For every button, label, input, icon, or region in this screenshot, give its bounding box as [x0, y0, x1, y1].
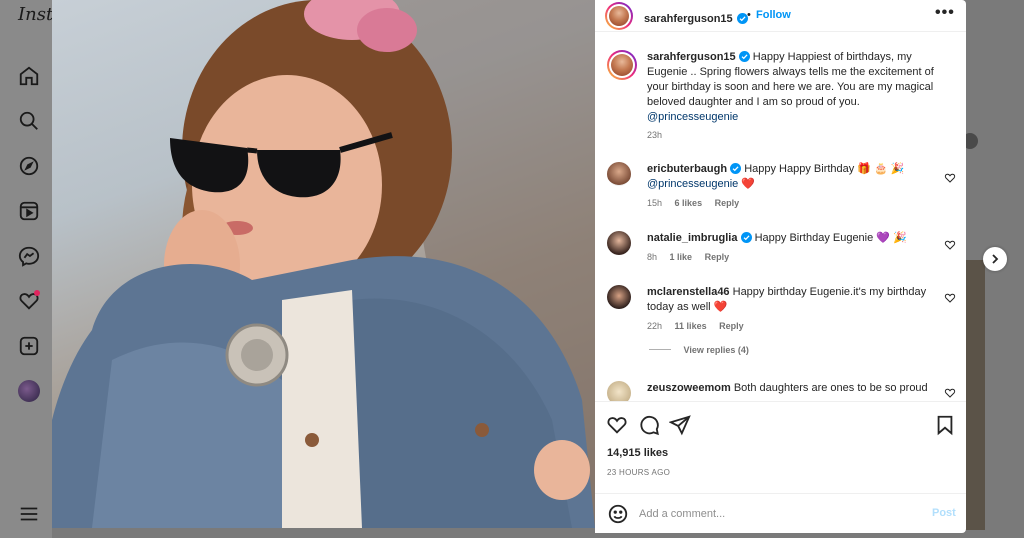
comment-like-icon[interactable] — [944, 292, 956, 304]
caption-timestamp: 23h — [647, 130, 663, 140]
author-name-row: sarahferguson15 — [644, 9, 749, 27]
post-comment-button[interactable]: Post — [932, 507, 956, 519]
explore-icon[interactable] — [18, 155, 40, 177]
verified-badge-icon — [738, 51, 750, 62]
view-replies-button[interactable]: View replies (4) — [684, 345, 749, 355]
view-replies-row[interactable]: View replies (4) — [649, 345, 943, 355]
caption-author-avatar[interactable] — [607, 50, 637, 80]
share-icon[interactable] — [669, 414, 691, 436]
verified-badge-icon — [740, 232, 752, 243]
separator-dot: • — [747, 9, 751, 21]
post-photo[interactable] — [52, 0, 595, 528]
create-icon[interactable] — [18, 335, 40, 357]
comment-likes[interactable]: 1 like — [670, 252, 693, 262]
notifications-icon[interactable] — [18, 290, 40, 312]
caption-mention-link[interactable]: @princesseugenie — [647, 111, 738, 123]
comment-text: Happy Happy Birthday 🎁 🎂 🎉 — [744, 163, 905, 175]
comments-scroll-area[interactable]: sarahferguson15 Happy Happiest of birthd… — [595, 33, 966, 401]
comment-timestamp: 15h — [647, 198, 663, 208]
commenter-avatar[interactable] — [607, 381, 631, 401]
comment-timestamp: 22h — [647, 321, 663, 331]
background-feed-image — [965, 260, 985, 530]
comment-input[interactable] — [639, 504, 909, 524]
emoji-icon[interactable] — [607, 503, 629, 525]
replies-line — [649, 349, 671, 350]
messenger-icon[interactable] — [18, 245, 40, 267]
instagram-logo[interactable]: Inst — [18, 4, 53, 25]
search-icon[interactable] — [18, 110, 40, 132]
next-post-button[interactable] — [983, 247, 1007, 271]
add-comment-bar: Post — [595, 493, 966, 533]
post-actions: 14,915 likes 23 HOURS AGO — [595, 401, 966, 493]
menu-icon[interactable] — [18, 503, 40, 525]
commenter-username[interactable]: ericbuterbaugh — [647, 163, 727, 175]
profile-icon[interactable] — [18, 380, 40, 402]
commenter-avatar[interactable] — [607, 231, 631, 255]
post-detail-panel: sarahferguson15 • Follow ••• sarahfergus… — [595, 0, 966, 533]
comment-body: natalie_imbruglia Happy Birthday Eugenie… — [647, 231, 943, 262]
comment-icon[interactable] — [638, 414, 660, 436]
verified-badge-icon — [730, 163, 742, 174]
chevron-right-icon — [992, 254, 999, 264]
side-navigation: Inst — [0, 0, 53, 538]
photo-illustration — [52, 0, 595, 528]
notification-dot — [34, 290, 40, 296]
comment-likes[interactable]: 6 likes — [675, 198, 703, 208]
post-timestamp: 23 HOURS AGO — [607, 468, 671, 477]
caption-author-username[interactable]: sarahferguson15 — [647, 51, 736, 63]
reels-icon[interactable] — [18, 200, 40, 222]
post-header: sarahferguson15 • Follow ••• — [595, 0, 966, 32]
like-icon[interactable] — [606, 414, 628, 436]
save-icon[interactable] — [934, 414, 956, 436]
commenter-avatar[interactable] — [607, 162, 631, 186]
commenter-avatar[interactable] — [607, 285, 631, 309]
reply-button[interactable]: Reply — [719, 321, 744, 331]
comment-likes[interactable]: 11 likes — [675, 321, 707, 331]
author-username[interactable]: sarahferguson15 — [644, 13, 733, 25]
comment-like-icon[interactable] — [944, 387, 956, 399]
caption-body: sarahferguson15 Happy Happiest of birthd… — [647, 50, 947, 140]
comment-like-icon[interactable] — [944, 172, 956, 184]
comment-timestamp: 8h — [647, 252, 658, 262]
home-icon[interactable] — [18, 65, 40, 87]
commenter-username[interactable]: natalie_imbruglia — [647, 232, 737, 244]
comment-body: ericbuterbaugh Happy Happy Birthday 🎁 🎂 … — [647, 162, 943, 208]
reply-button[interactable]: Reply — [715, 198, 740, 208]
comment-text: Happy Birthday Eugenie 💜 🎉 — [754, 232, 907, 244]
commenter-username[interactable]: zeuszoweemom — [647, 382, 731, 394]
comment-text: Both daughters are ones to be so proud — [733, 382, 928, 394]
author-avatar[interactable] — [605, 2, 633, 30]
commenter-username[interactable]: mclarenstella46 — [647, 286, 730, 298]
reply-button[interactable]: Reply — [705, 252, 730, 262]
comment-body: zeuszoweemom Both daughters are ones to … — [647, 381, 943, 396]
comment-like-icon[interactable] — [944, 239, 956, 251]
follow-button[interactable]: Follow — [756, 9, 791, 21]
comment-suffix: ❤️ — [741, 178, 756, 190]
more-options-icon[interactable]: ••• — [935, 4, 955, 22]
comment-mention-link[interactable]: @princesseugenie — [647, 178, 738, 190]
comment-body: mclarenstella46 Happy birthday Eugenie.i… — [647, 285, 943, 355]
likes-count[interactable]: 14,915 likes — [607, 447, 668, 459]
